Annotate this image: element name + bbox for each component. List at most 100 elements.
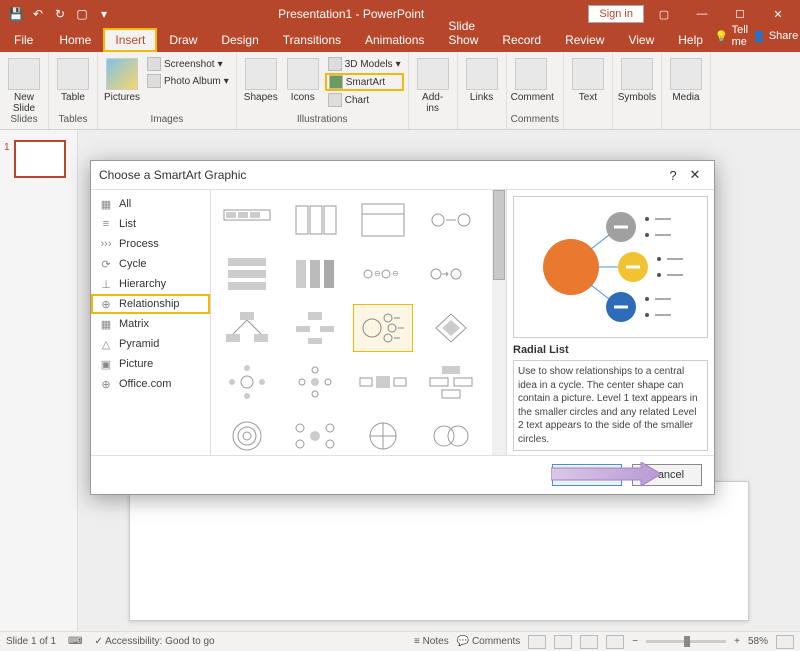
gallery-item[interactable]: ⊖⊖ (353, 250, 413, 298)
addins-button[interactable]: Add- ins (413, 56, 453, 114)
sign-in-button[interactable]: Sign in (588, 5, 644, 23)
tab-animations[interactable]: Animations (353, 28, 436, 52)
gallery-item[interactable] (353, 358, 413, 406)
group-illustrations: Illustrations (241, 114, 404, 127)
gallery-item[interactable] (421, 196, 481, 244)
title-bar: 💾 ↶ ↻ ▢ ▾ Presentation1 - PowerPoint Sig… (0, 0, 800, 28)
tab-transitions[interactable]: Transitions (271, 28, 353, 52)
comments-button[interactable]: 💬 Comments (457, 636, 521, 647)
group-slides: Slides (4, 114, 44, 127)
table-button[interactable]: Table (53, 56, 93, 103)
pictures-button[interactable]: Pictures (102, 56, 142, 103)
cat-cycle[interactable]: ⟳Cycle (91, 254, 210, 274)
gallery-item-radial-list[interactable] (353, 304, 413, 352)
tab-record[interactable]: Record (490, 28, 553, 52)
gallery-item[interactable] (217, 250, 277, 298)
share-button[interactable]: 👤Share (752, 30, 798, 43)
status-lang-icon[interactable]: ⌨ (68, 636, 82, 647)
gallery-item[interactable] (421, 412, 481, 455)
screenshot-button[interactable]: Screenshot ▾ (144, 56, 232, 72)
gallery-item[interactable] (217, 304, 277, 352)
ribbon-tabs: File Home Insert Draw Design Transitions… (0, 28, 800, 52)
svg-text:⊖: ⊖ (392, 269, 399, 278)
cat-relationship[interactable]: ⊕Relationship (91, 294, 210, 314)
3d-models-icon (328, 57, 342, 71)
tell-me-button[interactable]: 💡Tell me (715, 24, 748, 48)
gallery-item[interactable] (421, 304, 481, 352)
notes-button[interactable]: ≡ Notes (414, 636, 449, 647)
cat-all[interactable]: ▦All (91, 194, 210, 214)
slide-canvas[interactable] (129, 481, 749, 621)
list-icon: ≡ (99, 217, 113, 231)
gallery-item[interactable] (285, 196, 345, 244)
maximize-icon[interactable]: ☐ (722, 4, 758, 24)
cat-pyramid[interactable]: △Pyramid (91, 334, 210, 354)
gallery-item[interactable] (285, 250, 345, 298)
gallery-item[interactable] (353, 412, 413, 455)
cat-picture[interactable]: ▣Picture (91, 354, 210, 374)
view-reading-icon[interactable] (580, 635, 598, 649)
links-button[interactable]: Links (462, 56, 502, 103)
preview-pane: Radial List Use to show relationships to… (506, 190, 714, 455)
zoom-in-icon[interactable]: + (734, 636, 740, 647)
save-icon[interactable]: 💾 (6, 4, 26, 24)
slide-thumbnail-1[interactable]: 1 (14, 140, 66, 178)
cat-matrix[interactable]: ▦Matrix (91, 314, 210, 334)
tab-insert[interactable]: Insert (103, 28, 157, 52)
zoom-slider[interactable] (646, 640, 726, 643)
ribbon-options-icon[interactable]: ▢ (646, 4, 682, 24)
gallery-item[interactable] (285, 412, 345, 455)
redo-icon[interactable]: ↻ (50, 4, 70, 24)
photo-album-icon (147, 74, 161, 88)
dialog-footer: OK Cancel (91, 456, 714, 494)
cat-list[interactable]: ≡List (91, 214, 210, 234)
text-button[interactable]: Text (568, 56, 608, 103)
gallery-item[interactable] (421, 250, 481, 298)
new-slide-button[interactable]: New Slide (4, 56, 44, 114)
view-slideshow-icon[interactable] (606, 635, 624, 649)
gallery-item[interactable] (285, 304, 345, 352)
view-normal-icon[interactable] (528, 635, 546, 649)
gallery-item[interactable] (421, 358, 481, 406)
tab-file[interactable]: File (0, 28, 47, 52)
qat-more-icon[interactable]: ▾ (94, 4, 114, 24)
gallery-item[interactable] (217, 196, 277, 244)
tab-home[interactable]: Home (47, 28, 103, 52)
close-icon[interactable]: ✕ (760, 4, 796, 24)
zoom-out-icon[interactable]: − (632, 636, 638, 647)
status-accessibility[interactable]: ✓ Accessibility: Good to go (94, 636, 214, 647)
symbols-button[interactable]: Symbols (617, 56, 657, 103)
dialog-titlebar: Choose a SmartArt Graphic ? ✕ (91, 161, 714, 189)
icons-button[interactable]: Icons (283, 56, 323, 103)
chart-button[interactable]: Chart (325, 92, 404, 108)
fit-to-window-icon[interactable] (776, 635, 794, 649)
tab-review[interactable]: Review (553, 28, 616, 52)
3d-models-button[interactable]: 3D Models ▾ (325, 56, 404, 72)
undo-icon[interactable]: ↶ (28, 4, 48, 24)
photo-album-button[interactable]: Photo Album ▾ (144, 73, 232, 89)
gallery-scrollbar[interactable] (492, 190, 506, 455)
view-sorter-icon[interactable] (554, 635, 572, 649)
pyramid-icon: △ (99, 337, 113, 351)
media-button[interactable]: Media (666, 56, 706, 103)
tab-slideshow[interactable]: Slide Show (436, 14, 490, 52)
cat-office[interactable]: ⊕Office.com (91, 374, 210, 394)
start-from-beginning-icon[interactable]: ▢ (72, 4, 92, 24)
smartart-button[interactable]: SmartArt (325, 73, 404, 91)
gallery-item[interactable] (217, 358, 277, 406)
gallery-item[interactable] (353, 196, 413, 244)
gallery-item[interactable] (285, 358, 345, 406)
comment-button[interactable]: Comment (511, 56, 551, 103)
tab-help[interactable]: Help (666, 28, 715, 52)
tab-draw[interactable]: Draw (157, 28, 209, 52)
tab-design[interactable]: Design (209, 28, 270, 52)
cat-process[interactable]: ›››Process (91, 234, 210, 254)
minimize-icon[interactable]: — (684, 4, 720, 24)
dialog-close-icon[interactable]: ✕ (684, 167, 706, 183)
tab-view[interactable]: View (616, 28, 666, 52)
gallery-item[interactable] (217, 412, 277, 455)
cat-hierarchy[interactable]: ⊥Hierarchy (91, 274, 210, 294)
shapes-button[interactable]: Shapes (241, 56, 281, 103)
zoom-level[interactable]: 58% (748, 636, 768, 647)
dialog-help-icon[interactable]: ? (662, 168, 684, 183)
